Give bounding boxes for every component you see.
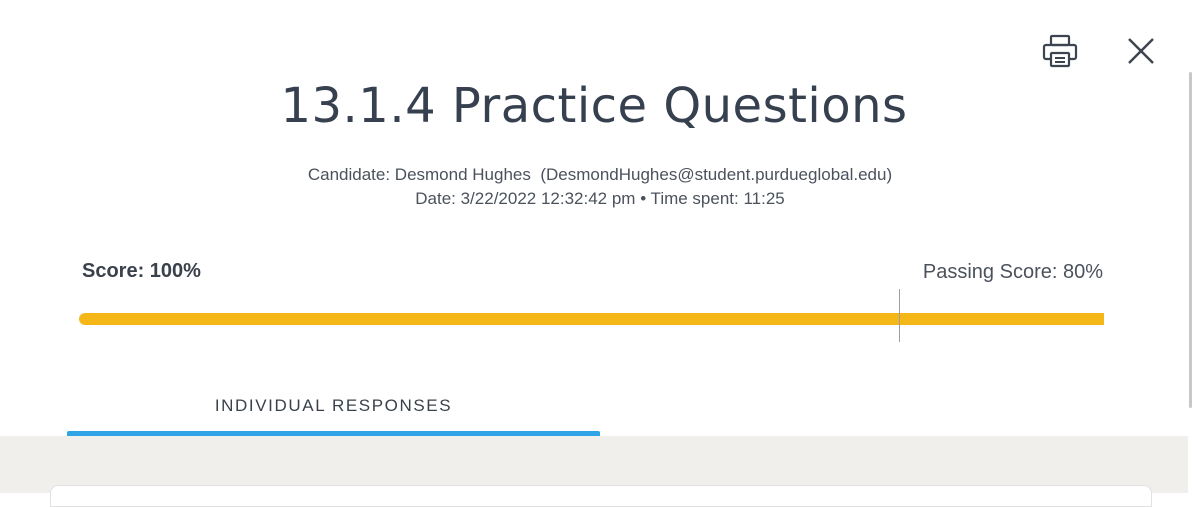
date-time-info: Date: 3/22/2022 12:32:42 pm • Time spent…	[415, 189, 785, 208]
printer-icon	[1042, 34, 1078, 68]
response-card	[50, 485, 1152, 507]
responses-panel	[0, 436, 1188, 507]
passing-score-label: Passing Score: 80%	[922, 261, 1103, 283]
score-label: Score: 100%	[82, 260, 201, 282]
candidate-info: Candidate: Desmond Hughes (DesmondHughes…	[307, 165, 893, 184]
close-button[interactable]	[1121, 31, 1161, 71]
scrollbar[interactable]	[1188, 0, 1192, 493]
page-title: 13.1.4 Practice Questions	[280, 78, 908, 134]
tab-label: INDIVIDUAL RESPONSES	[214, 396, 453, 415]
tab-individual-responses[interactable]: INDIVIDUAL RESPONSES	[67, 386, 600, 436]
print-button[interactable]	[1040, 31, 1080, 71]
score-progress-fill	[79, 313, 1104, 325]
results-dialog: 13.1.4 Practice Questions Candidate: Des…	[0, 0, 1192, 507]
score-progress-bar	[79, 313, 1104, 325]
close-icon	[1128, 38, 1154, 64]
passing-score-marker	[899, 289, 900, 342]
